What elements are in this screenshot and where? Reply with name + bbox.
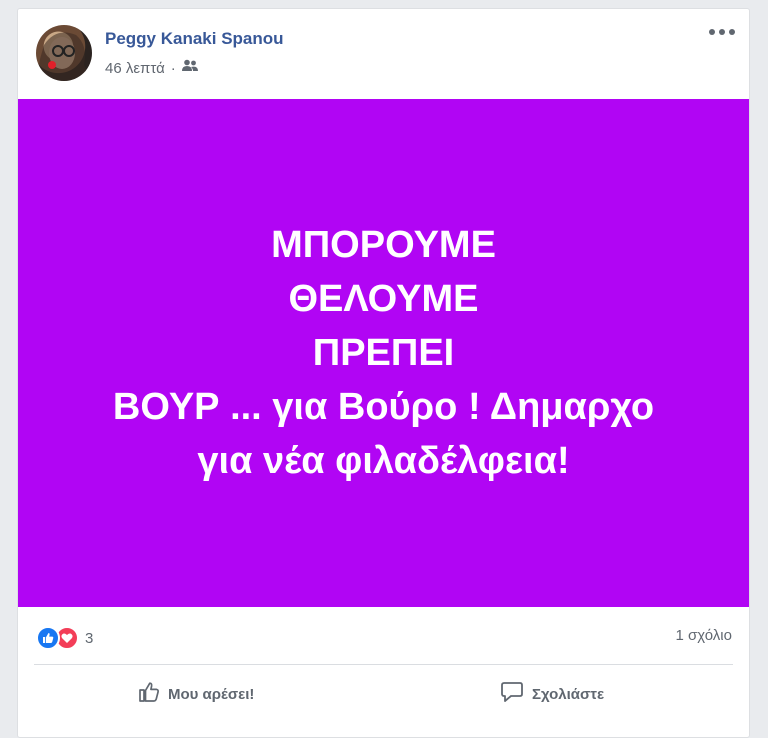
banner-line: ΘΕΛΟΥΜΕ (288, 278, 479, 320)
comment-bubble-icon (500, 681, 524, 707)
like-button[interactable]: Μου αρέσει! (138, 681, 254, 707)
friends-icon[interactable] (181, 59, 198, 77)
banner-line: ΜΠΟΡΟΥΜΕ (271, 224, 496, 266)
more-options-icon[interactable] (709, 25, 735, 39)
reaction-count: 3 (85, 629, 94, 647)
divider (34, 664, 733, 665)
author-name[interactable]: Peggy Kanaki Spanou (105, 29, 284, 49)
banner-line: για νέα φιλαδέλφεια! (197, 440, 570, 482)
like-reaction-icon (36, 626, 60, 650)
post-time[interactable]: 46 λεπτά (105, 60, 165, 77)
banner-line: ΒΟΥΡ ... για Βούρο ! Δημαρχο (112, 386, 655, 428)
post-card: Peggy Kanaki Spanou 46 λεπτά · ΜΠΟΡΟΥΜΕ … (17, 8, 750, 738)
reaction-summary[interactable]: 3 (36, 626, 93, 650)
like-label: Μου αρέσει! (168, 685, 255, 703)
thumbs-up-icon (138, 681, 160, 707)
post-text-banner: ΜΠΟΡΟΥΜΕ ΘΕΛΟΥΜΕ ΠΡΕΠΕΙ ΒΟΥΡ ... για Βού… (18, 99, 749, 607)
comment-label: Σχολιάστε (532, 685, 605, 703)
post-meta: 46 λεπτά · (105, 59, 198, 77)
comment-button[interactable]: Σχολιάστε (500, 681, 604, 707)
meta-separator: · (170, 59, 176, 77)
comment-count[interactable]: 1 σχόλιο (676, 626, 732, 646)
banner-line: ΠΡΕΠΕΙ (312, 332, 455, 374)
avatar[interactable] (36, 25, 92, 81)
